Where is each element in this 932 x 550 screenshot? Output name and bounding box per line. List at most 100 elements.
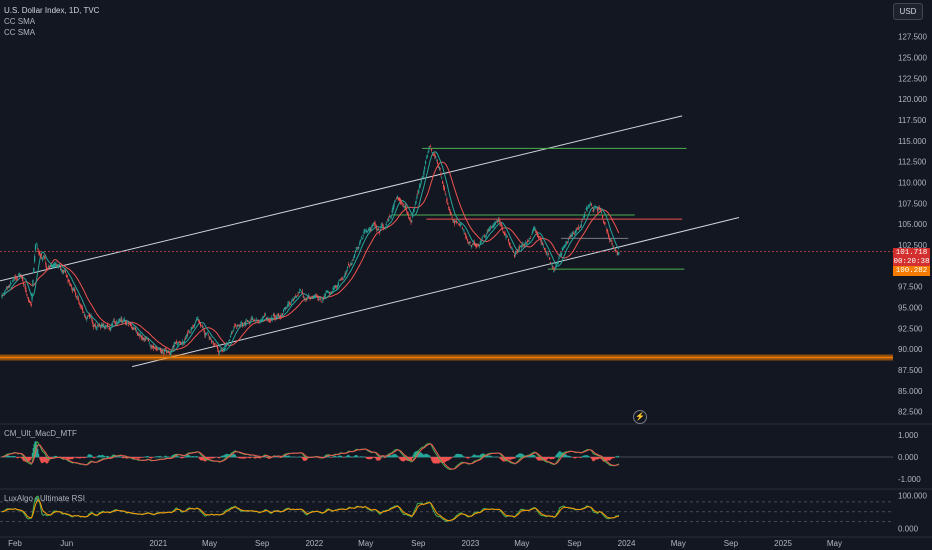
- macd-signal-line: [1, 443, 620, 470]
- candle-body: [504, 233, 506, 236]
- candle-body: [122, 321, 124, 323]
- candle-body: [442, 181, 444, 184]
- flash-icon[interactable]: ⚡: [633, 410, 647, 424]
- candle-body: [69, 282, 71, 284]
- candle-body: [501, 224, 503, 226]
- candle-body: [435, 157, 437, 159]
- candle-body: [70, 285, 73, 288]
- candle-body: [436, 161, 439, 164]
- candle-body: [378, 231, 380, 233]
- rsi-pane-title[interactable]: LuxAlgo - Ultimate RSI: [4, 494, 85, 503]
- rsi-signal-line: [1, 499, 620, 521]
- candle-body: [535, 230, 537, 233]
- x-tick-label: May: [671, 539, 686, 548]
- macd-pane-title[interactable]: CM_Ult_MacD_MTF: [4, 429, 77, 438]
- candle-body: [320, 300, 322, 302]
- candle-body: [138, 333, 140, 336]
- candle-body: [17, 276, 19, 277]
- candle-body: [134, 327, 137, 330]
- candle-body: [69, 283, 72, 286]
- candle-body: [548, 254, 550, 256]
- candle-body: [617, 253, 619, 255]
- candle-body: [448, 208, 451, 211]
- candle-body: [273, 313, 275, 316]
- candle-body: [131, 326, 133, 329]
- candle-body: [465, 234, 467, 237]
- candle-body: [217, 350, 220, 353]
- candle-body: [439, 167, 441, 170]
- candle-body: [507, 236, 509, 238]
- candle-body: [499, 220, 501, 224]
- candle-body: [232, 330, 234, 332]
- candle-body: [464, 232, 466, 234]
- candle-body: [105, 327, 107, 329]
- candle-body: [20, 274, 22, 275]
- y-tick-label: 85.000: [898, 387, 923, 396]
- y-tick-label: 112.500: [898, 158, 927, 167]
- candle-body: [566, 242, 569, 243]
- candle-body: [560, 253, 563, 256]
- trendline[interactable]: [0, 115, 683, 282]
- x-tick-label: 2025: [774, 539, 792, 548]
- candle-body: [422, 177, 424, 178]
- candle-body: [522, 245, 524, 247]
- candle-body: [11, 280, 14, 282]
- candle-body: [299, 290, 301, 292]
- candle-body: [511, 248, 513, 249]
- candle-body: [63, 271, 65, 273]
- candle-body: [74, 289, 76, 292]
- candle-body: [245, 321, 247, 324]
- candle-body: [173, 345, 175, 347]
- currency-button[interactable]: USD: [893, 3, 923, 20]
- candle-body: [534, 229, 536, 230]
- candle-body: [359, 239, 362, 242]
- trendline[interactable]: [132, 217, 740, 368]
- candle-body: [161, 351, 163, 354]
- candle-body: [164, 348, 167, 350]
- candle-body: [554, 269, 556, 270]
- candle-body: [403, 206, 405, 208]
- candle-body: [257, 320, 259, 322]
- candle-body: [401, 204, 404, 206]
- candle-body: [544, 250, 546, 251]
- main-price-pane[interactable]: [0, 115, 893, 368]
- candle-body: [211, 341, 214, 342]
- candle-body: [26, 294, 28, 296]
- candle-body: [380, 226, 382, 228]
- candle-body: [324, 295, 326, 297]
- candle-body: [275, 316, 277, 318]
- candle-body: [413, 207, 416, 210]
- candle-body: [135, 329, 138, 332]
- candle-body: [77, 298, 79, 301]
- indicator-label-sma-2[interactable]: CC SMA: [4, 27, 99, 38]
- candle-body: [407, 214, 410, 217]
- y-tick-label: 90.000: [898, 345, 923, 354]
- candle-body: [218, 352, 221, 354]
- candle-body: [37, 248, 39, 250]
- candle-body: [337, 282, 339, 286]
- chart-canvas[interactable]: 127.500 125.000 122.500 120.000 117.500 115.0…: [0, 0, 932, 550]
- candle-body: [208, 336, 210, 338]
- candle-body: [68, 280, 70, 282]
- candle-body: [596, 207, 598, 208]
- symbol-title[interactable]: U.S. Dollar Index, 1D, TVC: [4, 5, 99, 16]
- candle-body: [331, 291, 333, 293]
- y-tick-label: 105.000: [898, 220, 927, 229]
- candle-body: [363, 231, 365, 234]
- candle-body: [480, 240, 482, 242]
- candle-body: [450, 213, 452, 215]
- candle-body: [528, 240, 530, 241]
- macd-pane[interactable]: [0, 441, 893, 471]
- candle-body: [460, 224, 463, 226]
- candle-body: [491, 227, 493, 229]
- indicator-label-sma-1[interactable]: CC SMA: [4, 16, 99, 27]
- candle-body: [166, 351, 168, 352]
- candle-body: [18, 273, 20, 275]
- candle-body: [400, 202, 403, 204]
- candle-body: [202, 326, 204, 328]
- candle-body: [360, 237, 362, 239]
- candle-body: [255, 319, 257, 321]
- candle-body: [59, 265, 61, 268]
- rsi-pane[interactable]: [0, 495, 893, 523]
- candle-body: [315, 295, 317, 296]
